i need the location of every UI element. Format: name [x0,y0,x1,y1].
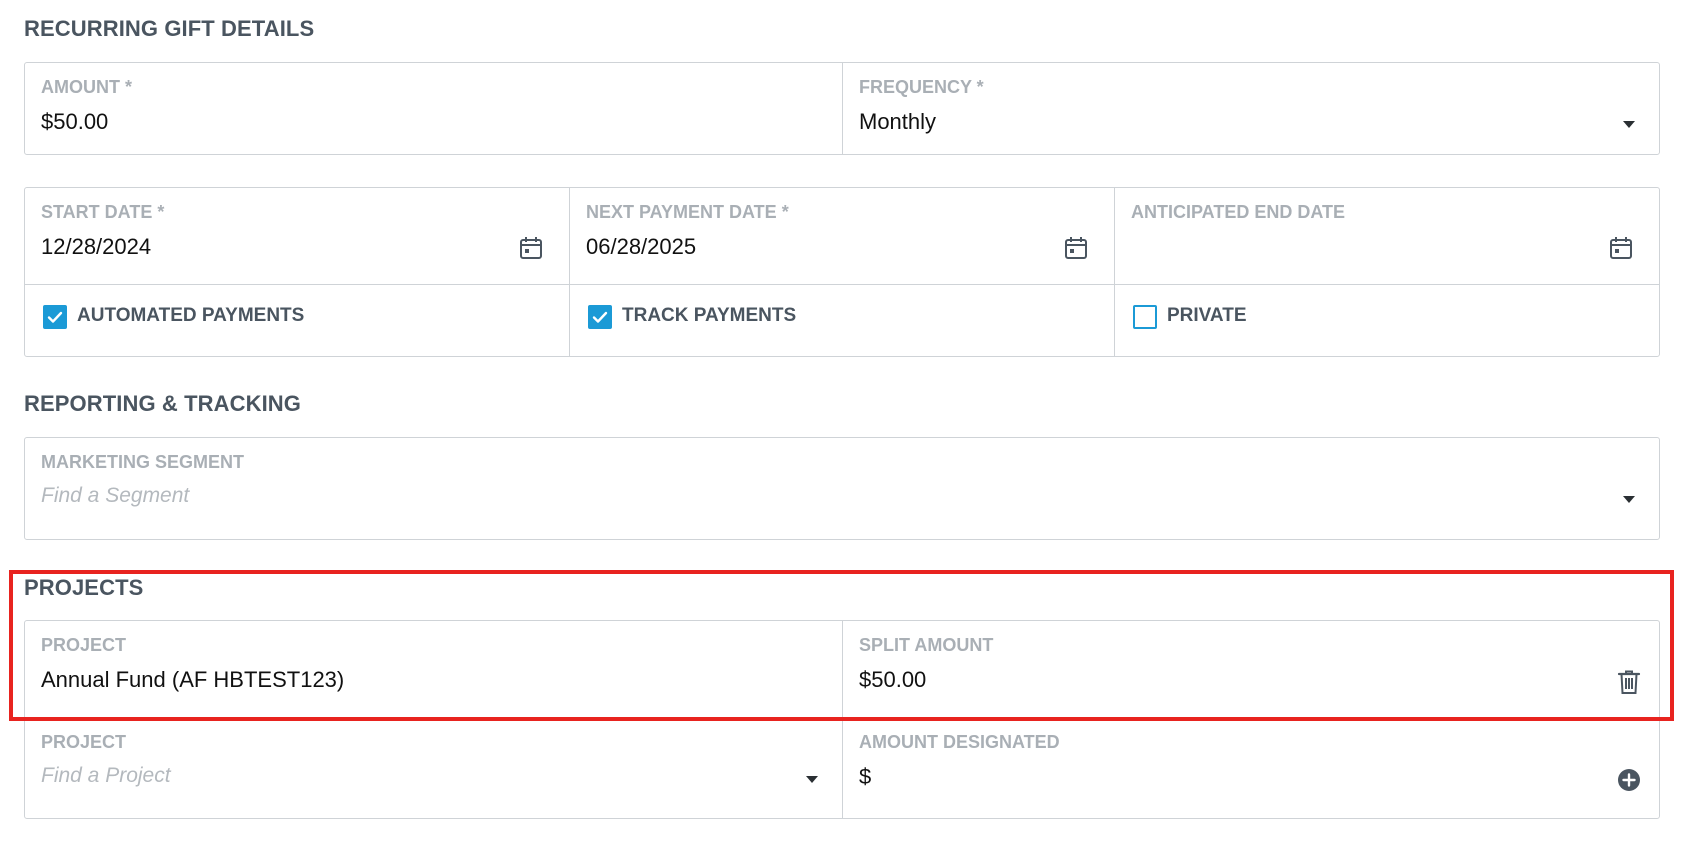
projects-highlight-box [9,570,1674,721]
track-payments-label[interactable]: TRACK PAYMENTS [622,305,796,327]
add-circle-icon[interactable] [1617,768,1641,792]
next-payment-date-label: NEXT PAYMENT DATE * [586,202,789,222]
recurring-gift-form: RECURRING GIFT DETAILS AMOUNT * $50.00 F… [0,0,1696,846]
chevron-down-icon[interactable] [1623,121,1635,128]
marketing-segment-placeholder[interactable]: Find a Segment [41,484,189,508]
next-payment-date-field[interactable]: NEXT PAYMENT DATE * 06/28/2025 [570,188,1115,284]
new-project-label: PROJECT [41,732,127,752]
automated-payments-checkbox[interactable] [43,305,67,329]
section-title-recurring-gift: RECURRING GIFT DETAILS [24,16,315,41]
track-payments-checkbox[interactable] [588,305,612,329]
start-date-label: START DATE * [41,202,165,222]
amount-label: AMOUNT * [41,77,132,97]
private-checkbox[interactable] [1133,305,1157,329]
next-payment-date-value[interactable]: 06/28/2025 [586,234,696,260]
new-project-select[interactable]: PROJECT Find a Project [25,718,843,818]
calendar-icon[interactable] [1064,236,1088,260]
amount-value[interactable]: $50.00 [41,109,108,135]
chevron-down-icon[interactable] [806,776,818,783]
anticipated-end-date-label: ANTICIPATED END DATE [1131,202,1345,222]
amount-designated-prefix[interactable]: $ [859,764,871,790]
new-project-row: PROJECT Find a Project AMOUNT DESIGNATED… [25,717,1659,818]
checkbox-checked-icon [47,311,63,323]
track-payments-checkbox-cell: TRACK PAYMENTS [570,285,1115,356]
marketing-segment-box: MARKETING SEGMENT Find a Segment [24,437,1660,540]
chevron-down-icon[interactable] [1623,496,1635,503]
private-checkbox-cell: PRIVATE [1115,285,1659,356]
dates-box: START DATE * 12/28/2024 NEXT PAYMENT DAT… [24,187,1660,357]
frequency-select[interactable]: FREQUENCY * Monthly [843,63,1659,154]
checkbox-checked-icon [592,311,608,323]
new-project-placeholder[interactable]: Find a Project [41,764,171,788]
private-label[interactable]: PRIVATE [1167,305,1247,327]
amount-designated-label: AMOUNT DESIGNATED [859,732,1060,752]
anticipated-end-date-field[interactable]: ANTICIPATED END DATE [1115,188,1659,284]
amount-frequency-box: AMOUNT * $50.00 FREQUENCY * Monthly [24,62,1660,155]
frequency-label: FREQUENCY * [859,77,984,97]
start-date-field[interactable]: START DATE * 12/28/2024 [25,188,570,284]
section-title-reporting: REPORTING & TRACKING [24,391,301,416]
automated-payments-checkbox-cell: AUTOMATED PAYMENTS [25,285,570,356]
frequency-value[interactable]: Monthly [859,109,936,135]
marketing-segment-label: MARKETING SEGMENT [41,452,245,472]
calendar-icon[interactable] [1609,236,1633,260]
automated-payments-label[interactable]: AUTOMATED PAYMENTS [77,305,304,327]
amount-designated-field[interactable]: AMOUNT DESIGNATED $ [843,718,1659,818]
amount-field[interactable]: AMOUNT * $50.00 [25,63,843,154]
calendar-icon[interactable] [519,236,543,260]
marketing-segment-select[interactable]: MARKETING SEGMENT Find a Segment [25,438,1659,539]
start-date-value[interactable]: 12/28/2024 [41,234,151,260]
